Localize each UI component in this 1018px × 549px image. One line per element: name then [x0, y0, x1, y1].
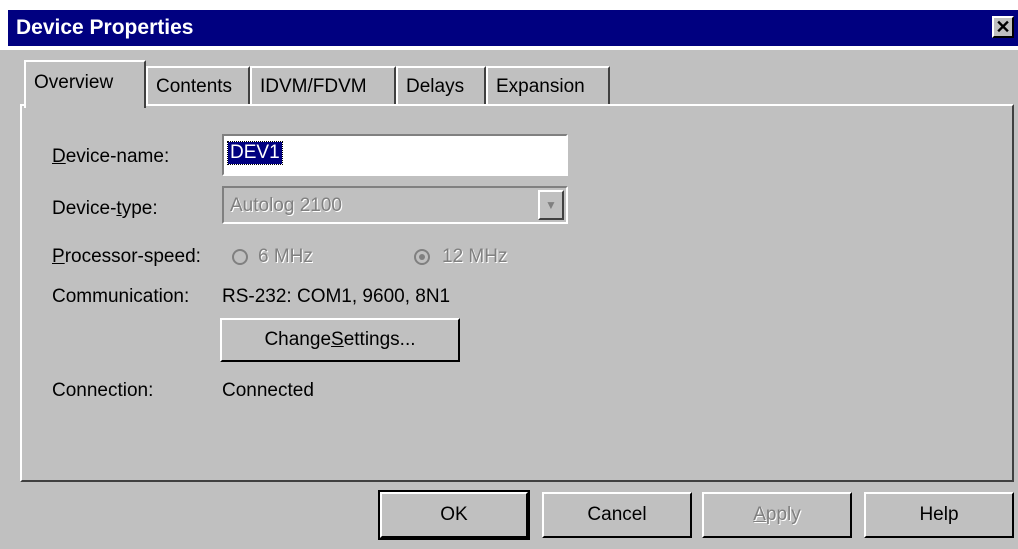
device-type-select[interactable]: Autolog 2100 ▼ — [222, 186, 568, 224]
tab-label: IDVM/FDVM — [260, 76, 367, 97]
radio-6mhz-label: 6 MHz — [258, 246, 313, 267]
device-type-value: Autolog 2100 — [230, 195, 342, 216]
tab-label: Delays — [406, 76, 465, 97]
titlebar-background: Device Properties ✕ — [8, 10, 1018, 46]
communication-label: Communication: — [52, 286, 190, 307]
radio-selected-dot — [419, 254, 425, 260]
apply-button[interactable]: Apply — [702, 492, 852, 538]
chevron-down-icon: ▼ — [545, 198, 557, 212]
tab-idvm-fdvm[interactable]: IDVM/FDVM — [250, 66, 396, 104]
dropdown-button[interactable]: ▼ — [538, 190, 564, 220]
tab-label: Overview — [34, 72, 114, 93]
radio-12mhz-label: 12 MHz — [442, 246, 508, 267]
cancel-button[interactable]: Cancel — [542, 492, 692, 538]
tab-delays[interactable]: Delays — [396, 66, 486, 104]
radio-6mhz[interactable] — [232, 249, 248, 265]
tab-overview[interactable]: Overview — [24, 60, 146, 108]
close-button[interactable]: ✕ — [992, 16, 1014, 38]
close-icon: ✕ — [995, 17, 1011, 37]
device-type-label: Device-type: — [52, 198, 158, 219]
tab-label: Contents — [156, 76, 233, 97]
device-name-field[interactable]: DEV1 — [222, 134, 568, 176]
connection-status: Connected — [222, 380, 314, 401]
tab-expansion[interactable]: Expansion — [486, 66, 610, 104]
window-title: Device Properties — [16, 16, 194, 39]
tab-label: Expansion — [496, 76, 585, 97]
ok-button[interactable]: OK — [378, 490, 530, 540]
processor-speed-label: Processor-speed: — [52, 246, 201, 267]
device-name-label: Device-name: — [52, 146, 170, 167]
tab-contents[interactable]: Contents — [146, 66, 250, 104]
device-name-value: DEV1 — [227, 141, 283, 165]
radio-12mhz[interactable] — [414, 249, 430, 265]
window-titlebar: Device Properties ✕ — [0, 0, 1018, 50]
communication-value: RS-232: COM1, 9600, 8N1 — [222, 286, 451, 307]
change-settings-button[interactable]: Change Settings... — [220, 318, 460, 362]
help-button[interactable]: Help — [864, 492, 1014, 538]
connection-label: Connection: — [52, 380, 154, 401]
